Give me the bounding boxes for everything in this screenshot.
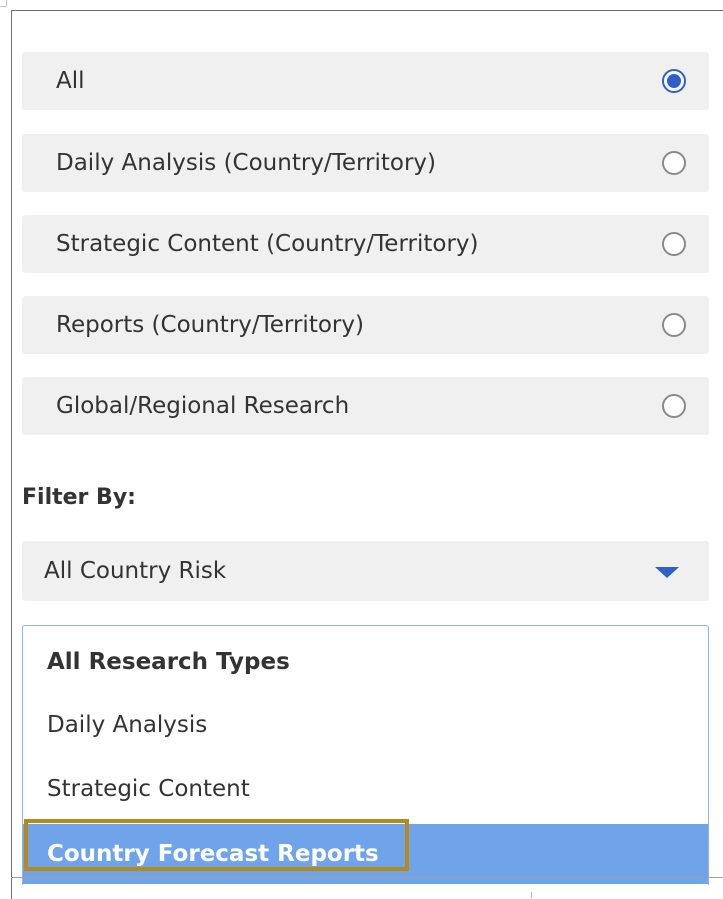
annotation-highlight-box xyxy=(24,819,409,871)
option-label: Global/Regional Research xyxy=(56,393,350,419)
radio-unchecked-icon[interactable] xyxy=(662,232,686,256)
option-all[interactable]: All xyxy=(22,52,709,110)
bottom-divider xyxy=(11,877,723,878)
filter-select[interactable]: All Country Risk xyxy=(22,541,709,601)
option-reports[interactable]: Reports (Country/Territory) xyxy=(22,296,709,354)
dropdown-item-all-research-types[interactable]: All Research Types xyxy=(23,632,708,692)
radio-unchecked-icon[interactable] xyxy=(662,394,686,418)
option-label: Reports (Country/Territory) xyxy=(56,312,364,338)
radio-unchecked-icon[interactable] xyxy=(662,313,686,337)
dropdown-item-label: Strategic Content xyxy=(47,776,250,802)
scroll-tick-mark xyxy=(531,892,532,898)
filter-by-label: Filter By: xyxy=(22,485,136,510)
dropdown-item-daily-analysis[interactable]: Daily Analysis xyxy=(23,695,708,755)
dropdown-item-label: Daily Analysis xyxy=(47,712,208,738)
option-label: All xyxy=(56,68,85,94)
option-label: Daily Analysis (Country/Territory) xyxy=(56,150,436,176)
dropdown-item-strategic-content[interactable]: Strategic Content xyxy=(23,759,708,819)
corner-mark xyxy=(0,0,7,7)
option-global-regional[interactable]: Global/Regional Research xyxy=(22,377,709,435)
dropdown-item-label: All Research Types xyxy=(47,649,290,675)
option-label: Strategic Content (Country/Territory) xyxy=(56,231,479,257)
filter-select-value: All Country Risk xyxy=(44,558,227,584)
radio-checked-icon[interactable] xyxy=(662,69,686,93)
radio-unchecked-icon[interactable] xyxy=(662,151,686,175)
option-strategic-content[interactable]: Strategic Content (Country/Territory) xyxy=(22,215,709,273)
caret-down-icon[interactable] xyxy=(655,567,679,578)
option-daily-analysis[interactable]: Daily Analysis (Country/Territory) xyxy=(22,134,709,192)
